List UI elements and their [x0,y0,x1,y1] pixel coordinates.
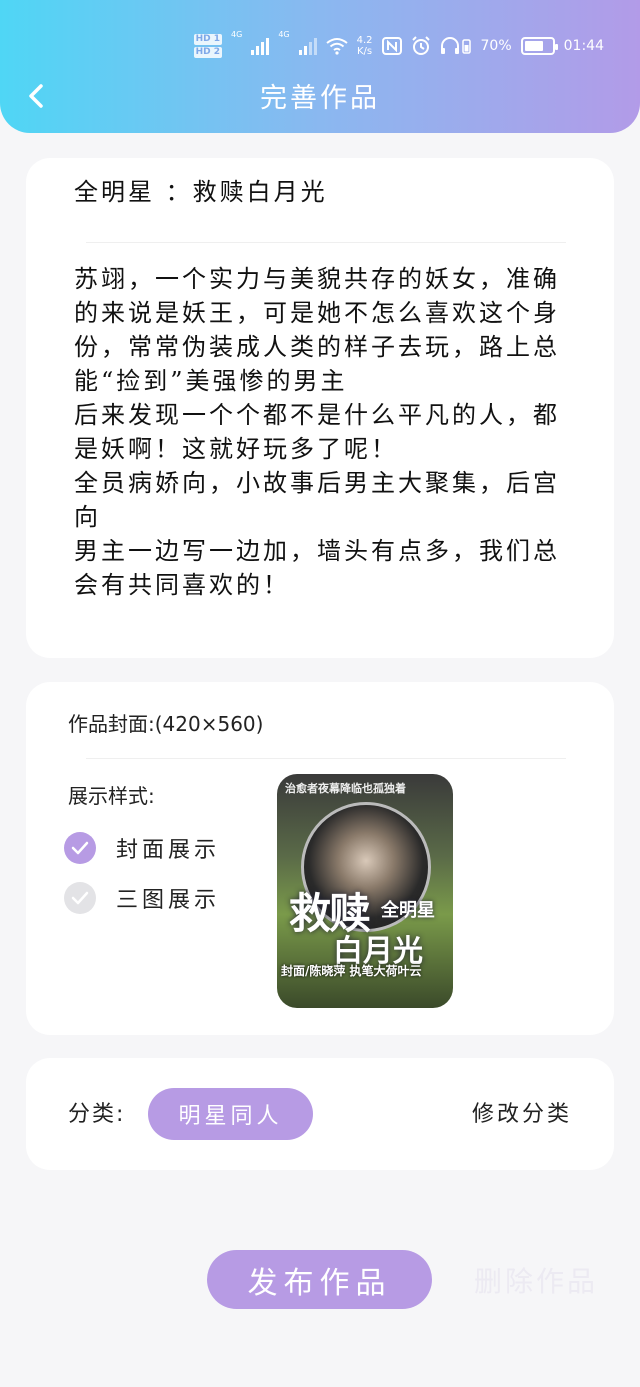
battery-icon [520,37,558,55]
category-label: 分类: [68,1102,126,1127]
divider [86,242,566,243]
work-info-card: 全明星 ：救赎白月光 苏翊，一个实力与美貌共存的妖女，准确的来说是妖王，可是她不… [26,158,614,658]
cover-card: 作品封面:(420×560) 展示样式: 封面展示 三图展示 治愈者夜幕降临也孤… [26,682,614,1035]
option-label: 三图展示 [116,888,221,913]
cover-credits: 封面/陈晓萍 执笔大荷叶云 [281,964,422,978]
battery-percent: 70% [480,38,512,54]
alarm-icon [411,36,430,55]
hd1-badge: HD 1 [193,34,223,45]
delete-button[interactable]: 删除作品 [474,1260,598,1300]
option-label: 封面展示 [116,838,221,863]
display-style-label: 展示样式: [68,784,155,808]
speed-value: 4.2 [356,35,373,46]
network-type-label: 4G [231,30,243,39]
signal-strength-icon-2 [298,37,317,55]
app-header: HD 1 HD 2 4G 4G 4.2 K/s 70% 01:44 完善作品 [0,0,640,133]
cover-image[interactable]: 治愈者夜幕降临也孤独着 救赎 全明星 白月光 封面/陈晓萍 执笔大荷叶云 [277,774,453,1008]
category-tag[interactable]: 明星同人 [148,1088,313,1140]
speed-unit: K/s [356,46,373,57]
cover-tagline: 治愈者夜幕降临也孤独着 [285,782,406,795]
headphones-icon [440,37,471,54]
edit-category-button[interactable]: 修改分类 [472,1096,572,1128]
checked-icon [64,832,96,864]
battery-fill [524,41,543,51]
page-title: 完善作品 [260,83,380,114]
option-cover-display[interactable]: 封面展示 [64,832,220,864]
wifi-icon [325,38,348,55]
work-title[interactable]: 全明星 ：救赎白月光 [74,172,328,207]
network-type-label-2: 4G [278,30,290,39]
cover-label: 作品封面:(420×560) [68,712,264,736]
clock: 01:44 [563,38,604,54]
signal-strength-icon [251,37,270,55]
unchecked-icon [64,882,96,914]
work-synopsis[interactable]: 苏翊，一个实力与美貌共存的妖女，准确的来说是妖王，可是她不怎么喜欢这个身份，常常… [74,262,574,602]
hd2-badge: HD 2 [193,47,223,58]
network-speed: 4.2 K/s [357,35,373,57]
hd-indicator: HD 1 HD 2 [193,33,223,59]
category-card: 分类: 明星同人 修改分类 [26,1058,614,1170]
option-three-image-display[interactable]: 三图展示 [64,882,220,914]
publish-button[interactable]: 发布作品 [207,1250,432,1309]
divider [86,758,566,759]
nfc-icon [381,37,402,55]
cover-title-side: 全明星 [381,900,435,921]
status-bar: HD 1 HD 2 4G 4G 4.2 K/s 70% 01:44 [193,28,604,64]
